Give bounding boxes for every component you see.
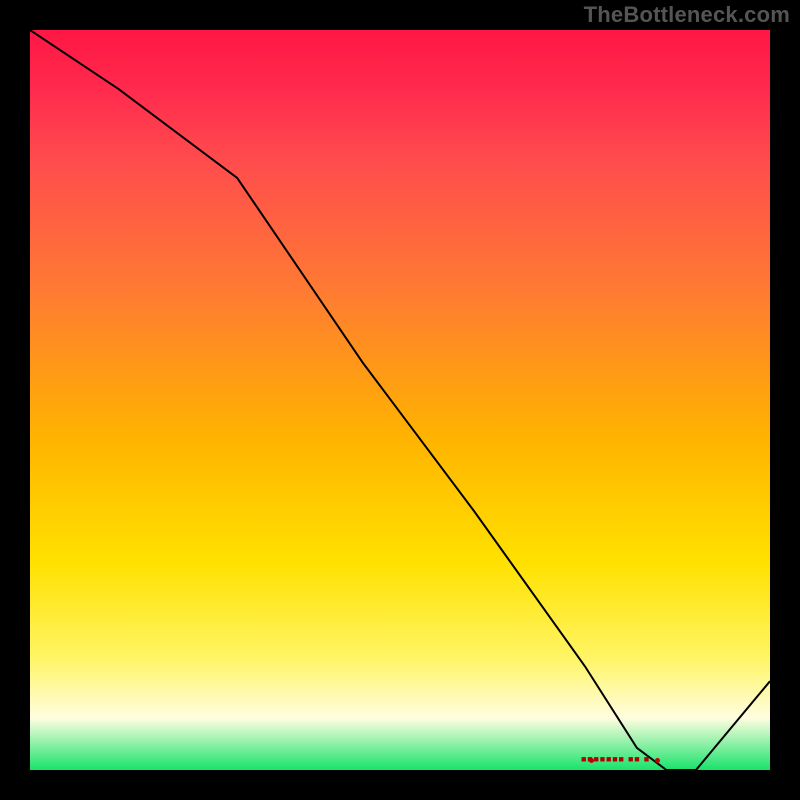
floor-label: ■■■■■■■ ■■ ■ bbox=[581, 754, 650, 764]
watermark-text: TheBottleneck.com bbox=[584, 2, 790, 28]
bottleneck-curve bbox=[30, 30, 770, 770]
chart-stage: TheBottleneck.com ■■■■■■■ ■■ ■ bbox=[0, 0, 800, 800]
gradient-plot-area: ■■■■■■■ ■■ ■ bbox=[30, 30, 770, 770]
curve-overlay bbox=[30, 30, 770, 770]
floor-marker-dot-right bbox=[655, 758, 660, 763]
